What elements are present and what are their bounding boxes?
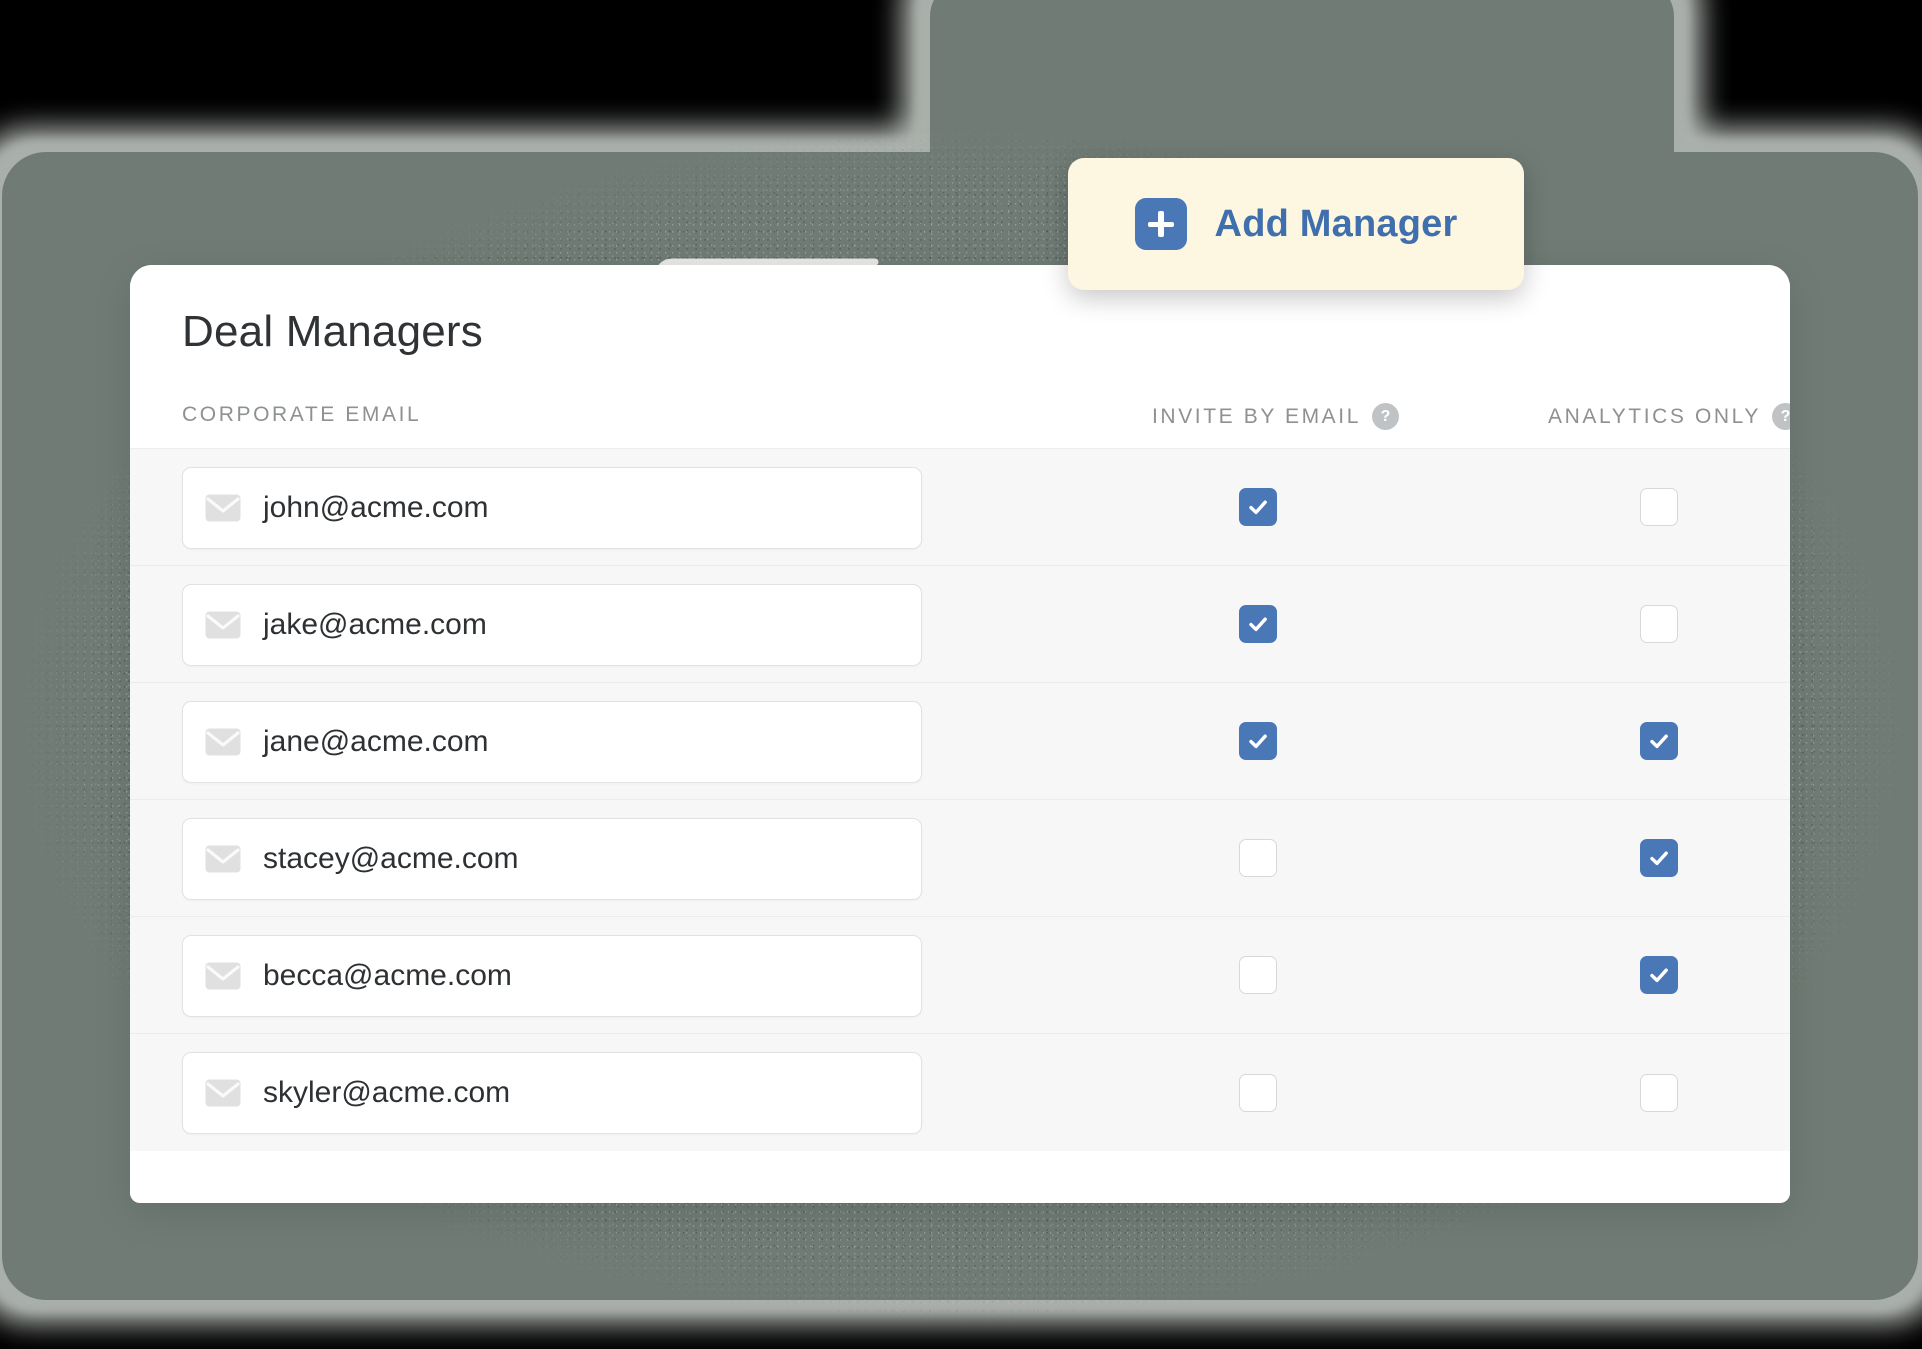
card-header: Deal Managers (130, 265, 1790, 357)
column-header-invite-label: INVITE BY EMAIL (1152, 404, 1361, 428)
email-value: jake@acme.com (263, 608, 487, 641)
email-cell: jake@acme.com (182, 584, 922, 666)
checkbox-invite-by-email[interactable] (1239, 488, 1277, 526)
column-header-email-label: CORPORATE EMAIL (182, 403, 422, 426)
checkbox-analytics-only[interactable] (1640, 956, 1678, 994)
checkbox-invite-by-email-cell (1239, 956, 1277, 994)
checkbox-analytics-only[interactable] (1640, 488, 1678, 526)
managers-table-body: john@acme.com jake@acme.com jane@acme.co… (130, 449, 1790, 1151)
checkbox-invite-by-email[interactable] (1239, 722, 1277, 760)
table-row: skyler@acme.com (130, 1034, 1790, 1151)
email-value: becca@acme.com (263, 959, 512, 992)
column-header-invite-by-email: INVITE BY EMAIL ? (1152, 403, 1399, 430)
checkbox-invite-by-email[interactable] (1239, 1073, 1277, 1112)
envelope-icon (205, 845, 241, 873)
checkbox-invite-by-email-cell (1239, 1073, 1277, 1112)
column-header-email: CORPORATE EMAIL (182, 403, 421, 427)
checkbox-analytics-only-cell (1640, 605, 1678, 643)
checkbox-invite-by-email-cell (1239, 605, 1277, 643)
checkbox-analytics-only[interactable] (1640, 722, 1678, 760)
add-manager-label: Add Manager (1214, 202, 1458, 245)
table-column-headers: CORPORATE EMAIL INVITE BY EMAIL ? ANALYT… (130, 357, 1790, 449)
add-manager-callout[interactable]: Add Manager (1068, 158, 1524, 290)
checkbox-analytics-only-cell (1640, 839, 1678, 877)
email-cell: becca@acme.com (182, 935, 922, 1017)
email-input[interactable]: john@acme.com (182, 467, 922, 549)
email-input[interactable]: jane@acme.com (182, 701, 922, 783)
email-cell: jane@acme.com (182, 701, 922, 783)
checkbox-analytics-only[interactable] (1640, 839, 1678, 877)
checkbox-analytics-only-cell (1640, 1073, 1678, 1112)
table-row: becca@acme.com (130, 917, 1790, 1034)
envelope-icon (205, 962, 241, 990)
checkbox-analytics-only-cell (1640, 488, 1678, 526)
email-value: jane@acme.com (263, 725, 489, 758)
envelope-icon (205, 1079, 241, 1107)
help-icon-analytics-only[interactable]: ? (1772, 403, 1790, 430)
plus-square-icon (1134, 198, 1187, 250)
email-input[interactable]: stacey@acme.com (182, 818, 922, 900)
table-row: john@acme.com (130, 449, 1790, 566)
help-icon-invite-by-email[interactable]: ? (1372, 403, 1399, 430)
email-input[interactable]: becca@acme.com (182, 935, 922, 1017)
checkbox-invite-by-email[interactable] (1239, 839, 1277, 877)
checkbox-invite-by-email[interactable] (1239, 956, 1277, 994)
checkbox-invite-by-email[interactable] (1239, 605, 1277, 643)
email-value: john@acme.com (263, 491, 489, 524)
checkbox-invite-by-email-cell (1239, 839, 1277, 877)
checkbox-invite-by-email-cell (1239, 488, 1277, 526)
screenshot-stage: Deal Managers CORPORATE EMAIL INVITE BY … (0, 0, 1922, 1349)
column-header-analytics-label: ANALYTICS ONLY (1548, 404, 1762, 428)
checkbox-analytics-only-cell (1640, 722, 1678, 760)
deal-managers-card: Deal Managers CORPORATE EMAIL INVITE BY … (130, 265, 1790, 1203)
email-input[interactable]: skyler@acme.com (182, 1052, 922, 1134)
email-cell: john@acme.com (182, 467, 922, 549)
email-value: skyler@acme.com (263, 1076, 511, 1109)
table-row: stacey@acme.com (130, 800, 1790, 917)
envelope-icon (205, 728, 241, 756)
column-header-analytics-only: ANALYTICS ONLY ? (1548, 403, 1790, 430)
table-row: jake@acme.com (130, 566, 1790, 683)
checkbox-invite-by-email-cell (1239, 722, 1277, 760)
email-value: stacey@acme.com (263, 842, 519, 875)
page-title: Deal Managers (182, 307, 483, 356)
table-row: jane@acme.com (130, 683, 1790, 800)
checkbox-analytics-only[interactable] (1640, 1073, 1678, 1112)
checkbox-analytics-only[interactable] (1640, 605, 1678, 643)
envelope-icon (205, 611, 241, 639)
email-cell: skyler@acme.com (182, 1052, 922, 1134)
email-cell: stacey@acme.com (182, 818, 922, 900)
email-input[interactable]: jake@acme.com (182, 584, 922, 666)
envelope-icon (205, 494, 241, 522)
checkbox-analytics-only-cell (1640, 956, 1678, 994)
